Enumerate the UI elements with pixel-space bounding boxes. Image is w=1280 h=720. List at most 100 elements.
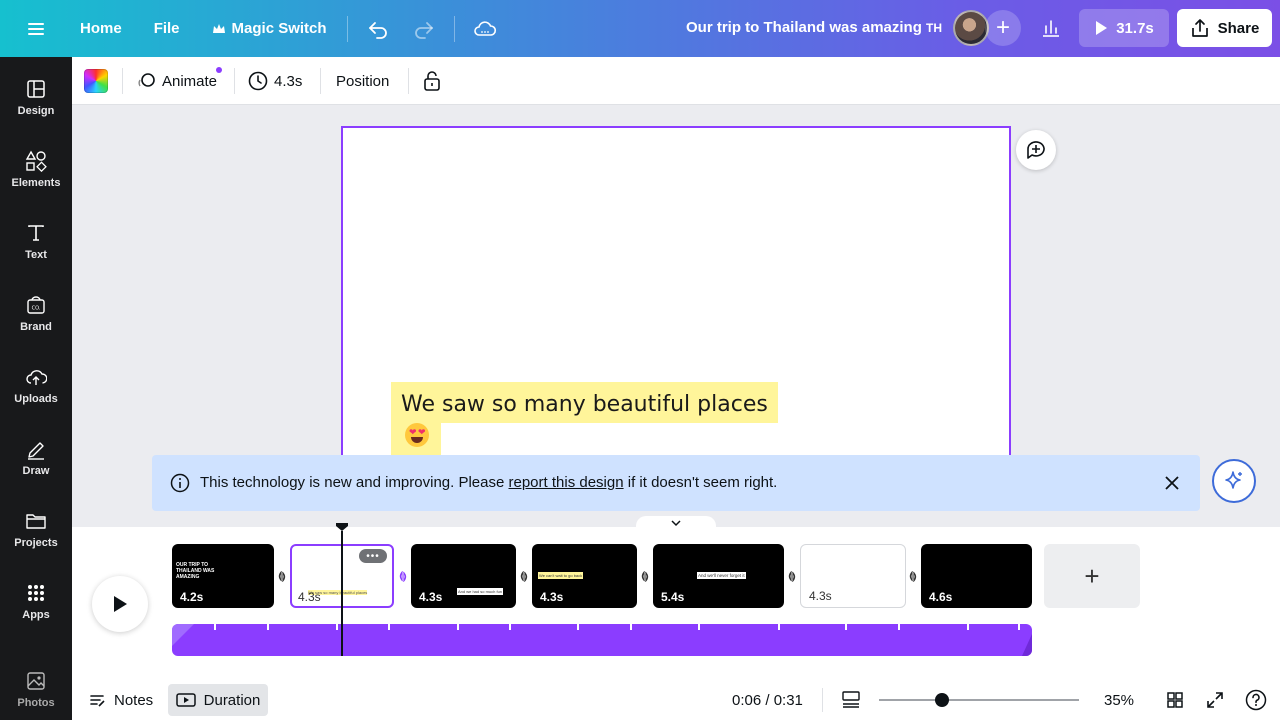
sidebar-item-apps[interactable]: Apps — [0, 573, 72, 637]
divider — [822, 688, 823, 712]
play-icon — [1096, 21, 1108, 35]
present-play-button[interactable]: 31.7s — [1079, 9, 1169, 47]
caption-text: We saw so many beautiful places — [401, 392, 768, 417]
clip-more-options-button[interactable]: ••• — [359, 549, 387, 563]
notes-label: Notes — [114, 691, 154, 709]
color-picker-button[interactable] — [84, 69, 108, 93]
plus-icon: + — [1084, 560, 1100, 591]
timeline-play-button[interactable] — [92, 576, 148, 632]
brand-icon: CO. — [24, 293, 48, 317]
transition-button[interactable]: ⟬⟭ — [517, 569, 531, 583]
clip-duration: 4.2s — [180, 590, 204, 604]
main-menu-button[interactable] — [0, 0, 72, 57]
banner-text: This technology is new and improving. Pl… — [200, 474, 777, 491]
shapes-icon — [24, 149, 48, 173]
zoom-slider-track[interactable] — [879, 699, 1079, 701]
timeline-clip[interactable]: And we'll never forget it 5.4s — [653, 544, 784, 608]
sidebar-item-uploads[interactable]: Uploads — [0, 357, 72, 421]
magic-switch-button[interactable]: Magic Switch — [204, 12, 335, 45]
time-readout-text: 0:06 / 0:31 — [732, 691, 803, 709]
folder-icon — [24, 509, 48, 533]
playhead[interactable] — [341, 531, 343, 656]
time-readout: 0:06 / 0:31 — [732, 690, 803, 710]
sidebar-item-photos[interactable]: Photos — [0, 661, 72, 720]
timeline-clip[interactable]: We can't wait to go back 4.3s — [532, 544, 637, 608]
redo-icon — [414, 21, 433, 39]
animate-button[interactable]: Animate — [136, 69, 217, 93]
lock-button[interactable] — [422, 69, 442, 93]
transition-icon: ⟬⟭ — [641, 570, 649, 582]
plus-icon: + — [995, 14, 1010, 41]
home-button[interactable]: Home — [72, 12, 130, 45]
playhead-handle-icon[interactable] — [335, 522, 349, 532]
timeline-clip[interactable]: 4.6s — [921, 544, 1032, 608]
timeline-clip[interactable]: And we had so much fun 4.3s — [411, 544, 516, 608]
sidebar-item-elements[interactable]: Elements — [0, 141, 72, 205]
timing-button[interactable]: 4.3s — [248, 69, 302, 93]
timeline-clip[interactable]: 4.3s — [800, 544, 906, 608]
divider — [453, 15, 455, 42]
sidebar-item-design[interactable]: Design — [0, 69, 72, 133]
bar-chart-icon — [1043, 20, 1059, 37]
sidebar-item-brand[interactable]: CO. Brand — [0, 285, 72, 349]
fullscreen-button[interactable] — [1206, 690, 1224, 710]
sidebar-item-label: Projects — [14, 537, 58, 549]
user-avatar[interactable] — [953, 10, 989, 46]
timeline-clip[interactable]: OUR TRIP TO THAILAND WAS AMAZING 4.2s — [172, 544, 274, 608]
add-comment-button[interactable] — [1016, 130, 1056, 170]
insights-button[interactable] — [1033, 10, 1069, 46]
transition-button[interactable]: ⟬⟭ — [396, 569, 410, 583]
comment-add-icon — [1027, 141, 1045, 159]
cloud-save-button[interactable] — [467, 11, 503, 47]
divider — [346, 15, 348, 42]
close-icon — [1165, 476, 1179, 490]
transition-icon: ⟬⟭ — [909, 570, 917, 582]
transition-button[interactable]: ⟬⟭ — [785, 569, 799, 583]
grid-icon — [24, 581, 48, 605]
divider — [122, 68, 123, 94]
transition-button[interactable]: ⟬⟭ — [906, 569, 920, 583]
zoom-percent[interactable]: 35% — [1104, 690, 1134, 710]
video-duration-icon — [175, 693, 196, 707]
sidebar-item-projects[interactable]: Projects — [0, 501, 72, 565]
document-title[interactable]: Our trip to Thailand was amazing TH — [686, 19, 942, 36]
grid-view-button[interactable] — [1166, 690, 1184, 710]
chevron-down-icon — [671, 520, 681, 527]
hamburger-icon — [28, 20, 44, 38]
duration-button[interactable]: Duration — [168, 684, 268, 716]
audio-track-edges — [172, 624, 1032, 656]
redo-button[interactable] — [406, 11, 442, 47]
transition-button[interactable]: ⟬⟭ — [275, 569, 289, 583]
zoom-slider-handle[interactable] — [935, 693, 949, 707]
cloud-icon — [473, 20, 496, 36]
position-button[interactable]: Position — [336, 69, 389, 93]
info-icon — [170, 473, 190, 493]
add-collaborator-button[interactable]: + — [985, 10, 1021, 46]
new-badge — [216, 67, 222, 73]
clip-preview-text: We can't wait to go back — [538, 572, 584, 579]
sidebar-item-draw[interactable]: Draw — [0, 429, 72, 493]
banner-close-button[interactable] — [1162, 473, 1182, 493]
transition-icon: ⟬⟭ — [788, 570, 796, 582]
page-view-toggle[interactable] — [841, 690, 861, 710]
share-button[interactable]: Share — [1177, 9, 1272, 47]
banner-text-before: This technology is new and improving. Pl… — [200, 474, 509, 491]
magic-assistant-button[interactable] — [1212, 459, 1256, 503]
notes-button[interactable]: Notes — [88, 690, 153, 710]
help-icon — [1245, 689, 1267, 711]
share-label: Share — [1217, 19, 1260, 37]
undo-button[interactable] — [360, 11, 396, 47]
caption-text-box[interactable]: We saw so many beautiful places — [391, 382, 778, 423]
help-button[interactable] — [1245, 689, 1267, 711]
text-icon — [24, 221, 48, 245]
timeline-collapse-button[interactable] — [636, 516, 716, 530]
report-design-link[interactable]: report this design — [509, 474, 624, 491]
audio-track[interactable] — [172, 624, 1032, 656]
sidebar-item-text[interactable]: Text — [0, 213, 72, 277]
clip-duration: 4.6s — [929, 590, 953, 604]
add-page-button[interactable]: + — [1044, 544, 1140, 608]
clip-duration: 4.3s — [540, 590, 564, 604]
top-nav: Home File Magic Switch — [72, 11, 503, 47]
transition-button[interactable]: ⟬⟭ — [638, 569, 652, 583]
file-button[interactable]: File — [146, 12, 188, 45]
